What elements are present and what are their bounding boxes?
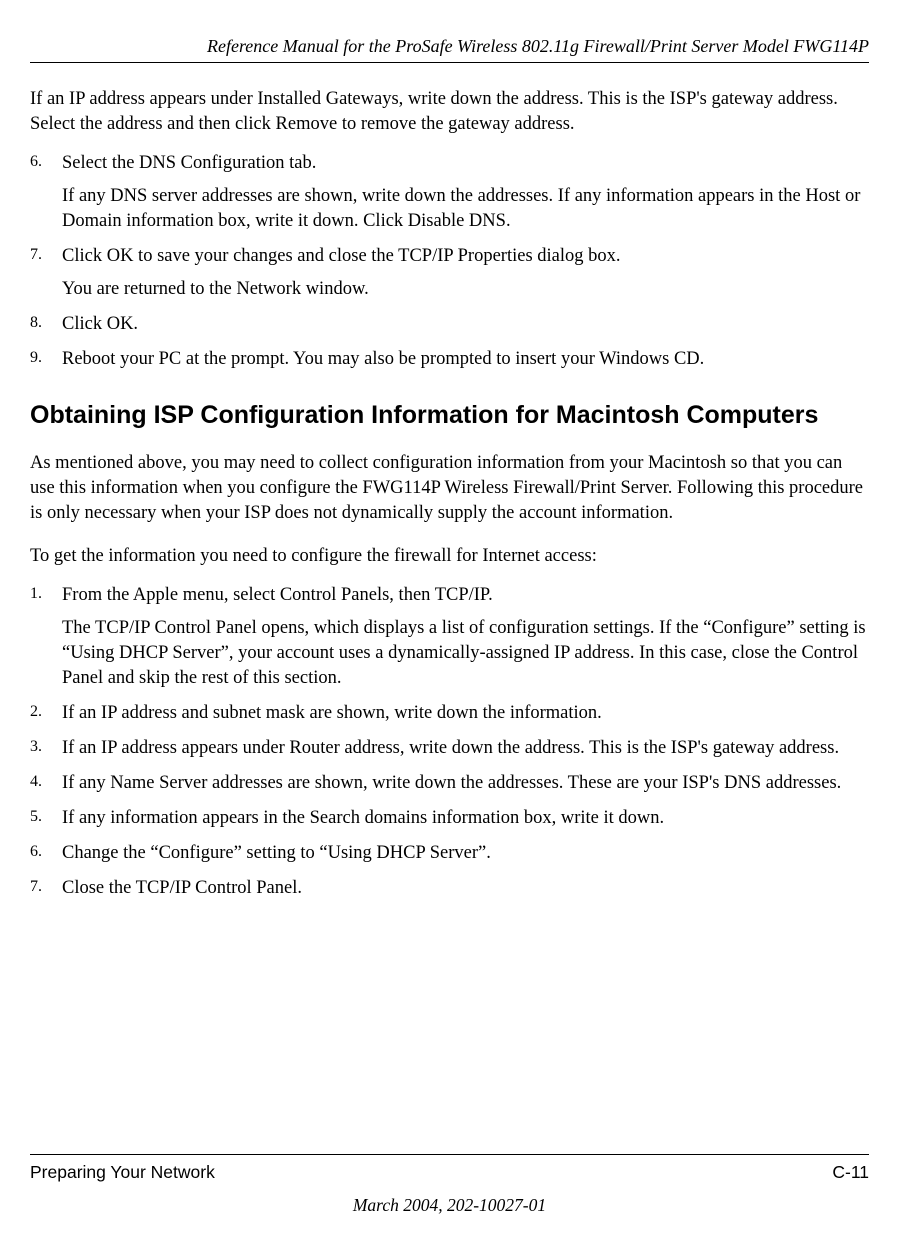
list-item: 1. From the Apple menu, select Control P… [30, 583, 869, 691]
footer-right: C-11 [832, 1161, 869, 1185]
list-item: 6. Change the “Configure” setting to “Us… [30, 841, 869, 866]
list-text: Close the TCP/IP Control Panel. [62, 876, 869, 901]
intro-paragraph-2: To get the information you need to confi… [30, 544, 869, 569]
intro-paragraph-1: As mentioned above, you may need to coll… [30, 451, 869, 526]
list-item: 3. If an IP address appears under Router… [30, 736, 869, 761]
footer-center: March 2004, 202-10027-01 [30, 1194, 869, 1218]
list-text: If an IP address appears under Router ad… [62, 736, 869, 761]
list-body: Close the TCP/IP Control Panel. [62, 876, 869, 901]
list-item: 2. If an IP address and subnet mask are … [30, 701, 869, 726]
list-number: 7. [30, 876, 62, 901]
list-item: 9. Reboot your PC at the prompt. You may… [30, 347, 869, 372]
list-body: If any information appears in the Search… [62, 806, 869, 831]
header-rule [30, 62, 869, 63]
list-subtext: The TCP/IP Control Panel opens, which di… [62, 616, 869, 691]
running-header: Reference Manual for the ProSafe Wireles… [30, 34, 869, 58]
list-body: Click OK. [62, 312, 869, 337]
list-item: 7. Close the TCP/IP Control Panel. [30, 876, 869, 901]
list-text: From the Apple menu, select Control Pane… [62, 583, 869, 608]
list-item: 6. Select the DNS Configuration tab. If … [30, 151, 869, 234]
list-number: 6. [30, 151, 62, 234]
list-number: 7. [30, 244, 62, 302]
list-body: If any Name Server addresses are shown, … [62, 771, 869, 796]
list-number: 5. [30, 806, 62, 831]
list-subtext: You are returned to the Network window. [62, 277, 869, 302]
list-item: 7. Click OK to save your changes and clo… [30, 244, 869, 302]
footer-rule [30, 1154, 869, 1155]
list-number: 2. [30, 701, 62, 726]
list-body: If an IP address and subnet mask are sho… [62, 701, 869, 726]
list-number: 3. [30, 736, 62, 761]
list-item: 8. Click OK. [30, 312, 869, 337]
list-body: Select the DNS Configuration tab. If any… [62, 151, 869, 234]
list-number: 4. [30, 771, 62, 796]
list-text: If an IP address and subnet mask are sho… [62, 701, 869, 726]
continued-paragraph: If an IP address appears under Installed… [30, 87, 869, 137]
page-footer: Preparing Your Network C-11 March 2004, … [30, 1154, 869, 1218]
footer-left: Preparing Your Network [30, 1161, 215, 1185]
list-text: Reboot your PC at the prompt. You may al… [62, 347, 869, 372]
list-text: If any information appears in the Search… [62, 806, 869, 831]
footer-row: Preparing Your Network C-11 [30, 1161, 869, 1185]
list-text: Select the DNS Configuration tab. [62, 151, 869, 176]
list-body: Click OK to save your changes and close … [62, 244, 869, 302]
list-number: 8. [30, 312, 62, 337]
section-heading: Obtaining ISP Configuration Information … [30, 400, 869, 431]
list-subtext: If any DNS server addresses are shown, w… [62, 184, 869, 234]
list-body: If an IP address appears under Router ad… [62, 736, 869, 761]
page-content: Reference Manual for the ProSafe Wireles… [0, 0, 901, 901]
list-body: From the Apple menu, select Control Pane… [62, 583, 869, 691]
list-number: 9. [30, 347, 62, 372]
list-number: 1. [30, 583, 62, 691]
list-item: 4. If any Name Server addresses are show… [30, 771, 869, 796]
list-text: Change the “Configure” setting to “Using… [62, 841, 869, 866]
list-text: Click OK. [62, 312, 869, 337]
list-text: Click OK to save your changes and close … [62, 244, 869, 269]
list-text: If any Name Server addresses are shown, … [62, 771, 869, 796]
list-body: Reboot your PC at the prompt. You may al… [62, 347, 869, 372]
list-item: 5. If any information appears in the Sea… [30, 806, 869, 831]
list-number: 6. [30, 841, 62, 866]
list-body: Change the “Configure” setting to “Using… [62, 841, 869, 866]
